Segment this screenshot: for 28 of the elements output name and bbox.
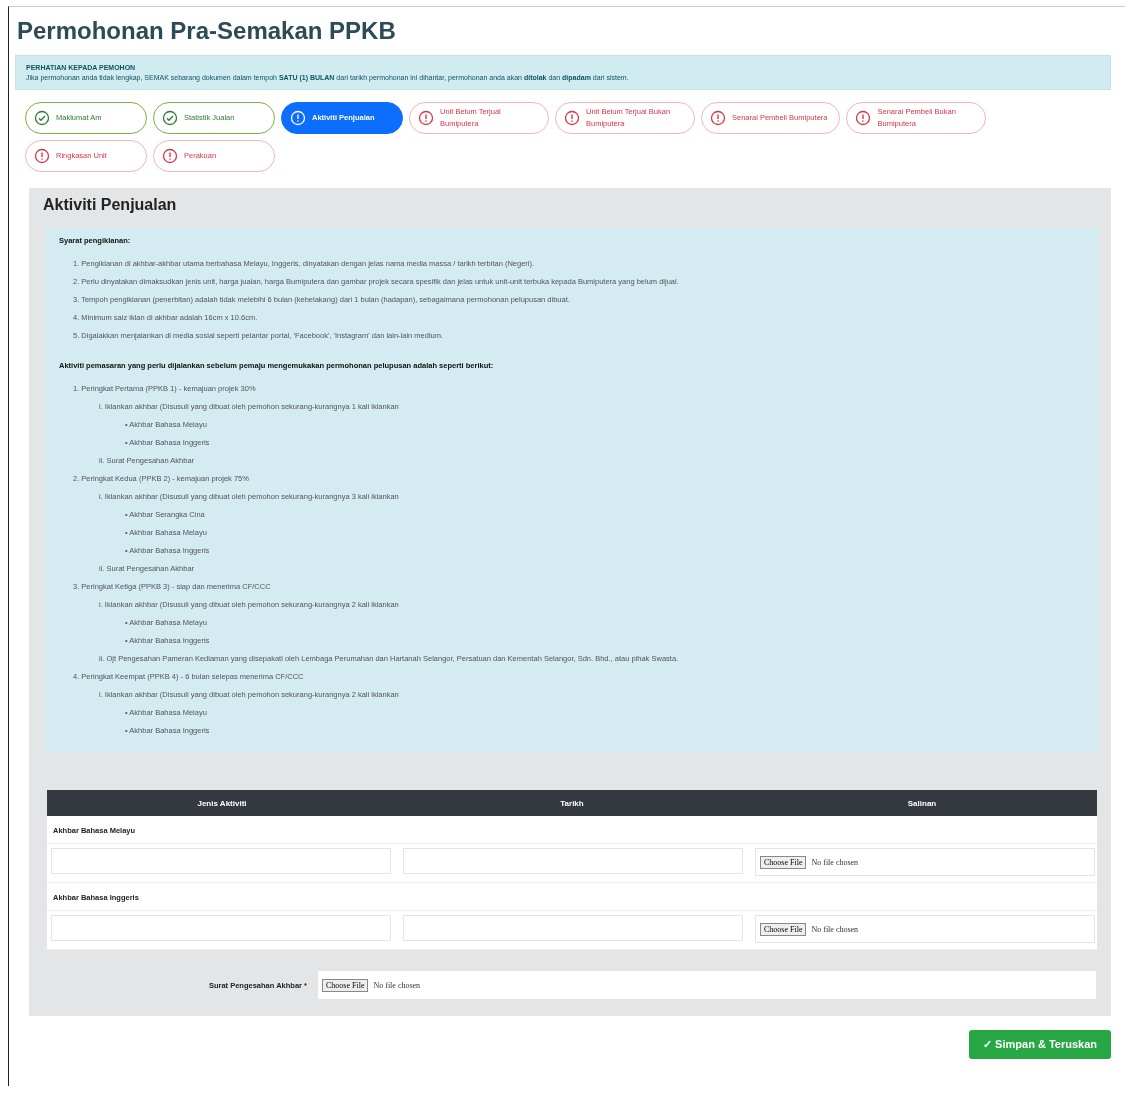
file-field[interactable]: Choose File No file chosen — [755, 848, 1095, 876]
file-field[interactable]: Choose File No file chosen — [317, 970, 1097, 1000]
info-circle-icon — [290, 110, 306, 126]
date-field[interactable] — [403, 915, 743, 941]
save-continue-button[interactable]: ✓ Simpan & Teruskan — [969, 1030, 1111, 1059]
info-circle-icon — [418, 110, 434, 126]
column-header: Salinan — [906, 798, 938, 808]
file-status: No file chosen — [811, 924, 859, 934]
choose-file-button[interactable]: Choose File — [322, 978, 369, 992]
check-circle-icon — [34, 110, 50, 126]
date-field[interactable] — [403, 848, 743, 874]
info-circle-icon — [855, 110, 872, 126]
info-circle-icon — [162, 148, 178, 164]
section-title: Aktiviti Penjualan — [43, 196, 178, 214]
input-field[interactable] — [51, 915, 391, 941]
info-circle-icon — [564, 110, 580, 126]
file-status: No file chosen — [373, 980, 421, 990]
input-field[interactable] — [51, 848, 391, 874]
choose-file-button[interactable]: Choose File — [760, 855, 807, 869]
info-circle-icon — [34, 148, 50, 164]
choose-file-button[interactable]: Choose File — [760, 922, 807, 936]
page-title: Permohonan Pra-Semakan PPKB — [17, 17, 397, 45]
file-status: No file chosen — [811, 857, 859, 867]
info-circle-icon — [710, 110, 726, 126]
column-header: Tarikh — [559, 798, 585, 808]
check-circle-icon — [162, 110, 178, 126]
file-field[interactable]: Choose File No file chosen — [755, 915, 1095, 943]
column-header: Jenis Aktiviti — [196, 798, 248, 808]
